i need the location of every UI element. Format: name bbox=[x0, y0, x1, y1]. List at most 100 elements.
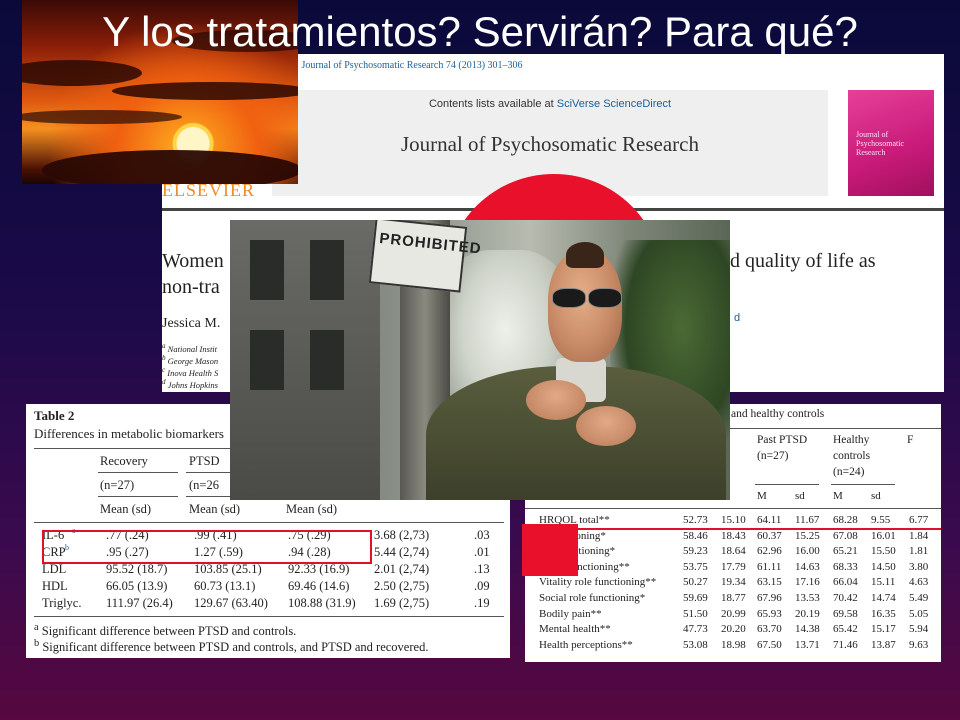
table-3-cell-c3: 60.37 bbox=[757, 529, 782, 542]
table-2-cell-p: .03 bbox=[474, 528, 490, 542]
table-3-cell-c6: 15.50 bbox=[871, 545, 896, 558]
n-ptsd: (n=26 bbox=[189, 478, 219, 492]
table-3-caption-tail: and healthy controls bbox=[731, 408, 825, 420]
prohibited-sign: PROHIBITED bbox=[368, 220, 482, 293]
table-3-cell-c5: 71.46 bbox=[833, 638, 858, 651]
table-3-cell-c1: 53.08 bbox=[683, 638, 708, 651]
table-3-cell-c5: 67.08 bbox=[833, 529, 858, 542]
m-past-ptsd: M bbox=[757, 490, 767, 502]
table-3-cell-c7: 6.77 bbox=[909, 514, 929, 526]
table-3-cell-c5: 66.04 bbox=[833, 576, 858, 589]
table-3-cell-c1: 53.75 bbox=[683, 560, 708, 573]
table-3-cell-c3: 67.50 bbox=[757, 638, 782, 651]
table-3-cell-c2: 18.77 bbox=[721, 592, 746, 604]
table-2-cell-label: Triglyc. bbox=[42, 596, 82, 610]
mean-sd-controls: Mean (sd) bbox=[286, 502, 338, 516]
movie-still-photo: PROHIBITED bbox=[230, 220, 730, 500]
table-2-cell-recovery: 111.97 (26.4) bbox=[106, 596, 173, 610]
table-2-cell-ptsd: 60.73 (13.1) bbox=[194, 579, 256, 593]
table-2-cell-f: 3.68 (2,73) bbox=[374, 528, 430, 542]
table-3-cell-c4: 14.63 bbox=[795, 560, 820, 573]
col-header-recovery: Recovery bbox=[100, 454, 148, 468]
sciencedirect-link: SciVerse ScienceDirect bbox=[556, 98, 672, 110]
table-3-cell-c2: 20.99 bbox=[721, 607, 746, 620]
article-title-right-1: d quality of life as bbox=[730, 250, 876, 272]
table-3-cell-c3: 65.93 bbox=[757, 607, 782, 620]
table-3-cell-c7: 4.63 bbox=[909, 576, 929, 589]
table-2-cell-label: LDL bbox=[42, 562, 67, 576]
table-3-cell-c6: 13.87 bbox=[871, 638, 896, 651]
table-3-cell-c4: 13.71 bbox=[795, 638, 820, 651]
table-3-cell-c7: 1.84 bbox=[909, 529, 929, 542]
table-2-note-b: b Significant difference between PTSD an… bbox=[34, 638, 429, 655]
table-2-cell-label: HDL bbox=[42, 579, 68, 593]
col-header-controls: controls bbox=[833, 450, 871, 462]
sunglasses-icon bbox=[546, 288, 624, 308]
col-header-f: F bbox=[907, 434, 914, 446]
prohibited-sign-text: PROHIBITED bbox=[378, 229, 483, 258]
table-3-cell-c7: 5.49 bbox=[909, 592, 929, 604]
table-3-cell-label: Bodily pain** bbox=[539, 607, 602, 620]
table-3-cell-c5: 69.58 bbox=[833, 607, 858, 620]
table-3-cell-c6: 14.50 bbox=[871, 560, 896, 573]
table-3-cell-c1: 59.23 bbox=[683, 545, 708, 558]
journal-name: Journal of Psychosomatic Research bbox=[400, 132, 699, 156]
table-3-cell-c4: 13.53 bbox=[795, 592, 820, 604]
n-past-ptsd: (n=27) bbox=[757, 450, 789, 462]
slide-title: Y los tratamientos? Servirán? Para qué? bbox=[102, 8, 858, 55]
table-3-cell-c2: 18.98 bbox=[721, 638, 746, 651]
table-3-cell-c3: 64.11 bbox=[757, 514, 782, 526]
table-2-cell-controls: 108.88 (31.9) bbox=[288, 596, 356, 610]
n-healthy: (n=24) bbox=[833, 466, 865, 478]
table-3-cell-label: Mental health** bbox=[539, 623, 611, 636]
table-2-cell-p: .19 bbox=[474, 596, 490, 610]
table-3-cell-c7: 5.94 bbox=[909, 623, 929, 636]
photo-building bbox=[230, 220, 380, 500]
table-2-cell-recovery: 95.52 (18.7) bbox=[106, 562, 168, 576]
table-2-cell-p: .09 bbox=[474, 579, 490, 593]
contents-prefix: Contents lists available at bbox=[428, 98, 557, 110]
n-recovery: (n=27) bbox=[100, 478, 135, 492]
article-title-left-2: non-tra bbox=[162, 276, 220, 298]
red-square-shape bbox=[522, 524, 578, 576]
table-2-cell-f: 5.44 (2,74) bbox=[374, 545, 430, 559]
table-3-cell-label: Vitality role functioning** bbox=[539, 576, 657, 589]
table-3-cell-c6: 15.11 bbox=[871, 576, 896, 589]
article-author: Jessica M. bbox=[162, 316, 221, 331]
table-2-cell-f: 1.69 (2,75) bbox=[374, 596, 430, 610]
affiliation-2: b George Mason bbox=[162, 354, 219, 366]
journal-cover-image: Journal of Psychosomatic Research bbox=[848, 90, 934, 196]
table-3-cell-c1: 59.69 bbox=[683, 592, 708, 604]
highlight-box-il6-crp bbox=[42, 530, 372, 564]
table-3-cell-c4: 17.16 bbox=[795, 576, 820, 589]
table-2-note-a: a Significant difference between PTSD an… bbox=[34, 622, 297, 639]
table-3-cell-c6: 14.74 bbox=[871, 592, 896, 604]
col-header-ptsd: PTSD bbox=[189, 454, 220, 468]
table-3-cell-c4: 14.38 bbox=[795, 623, 820, 636]
table-3-cell-c7: 1.81 bbox=[909, 545, 929, 558]
table-3-cell-c1: 58.46 bbox=[683, 529, 708, 542]
table-2-cell-ptsd: 103.85 (25.1) bbox=[194, 562, 262, 576]
table-3-cell-c1: 51.50 bbox=[683, 607, 708, 620]
table-3-cell-c3: 63.15 bbox=[757, 576, 782, 589]
article-title-left-1: Women bbox=[162, 250, 224, 272]
table-3-cell-c5: 65.21 bbox=[833, 545, 858, 558]
table-3-cell-c5: 68.28 bbox=[833, 514, 858, 526]
table-3-cell-c1: 52.73 bbox=[683, 514, 708, 526]
table-3-cell-c3: 67.96 bbox=[757, 592, 782, 604]
table-3-cell-c7: 5.05 bbox=[909, 607, 929, 620]
table-3-cell-c7: 3.80 bbox=[909, 560, 929, 573]
table-3-cell-c4: 16.00 bbox=[795, 545, 820, 558]
affiliation-4: d Johns Hopkins bbox=[162, 378, 218, 390]
table-3-cell-c1: 50.27 bbox=[683, 576, 708, 589]
photo-person-hand-right bbox=[576, 406, 636, 446]
table-2-cell-f: 2.01 (2,74) bbox=[374, 562, 430, 576]
col-header-healthy: Healthy bbox=[833, 434, 870, 446]
col-header-past-ptsd: Past PTSD bbox=[757, 434, 808, 446]
highlight-line-hrqol bbox=[525, 528, 941, 530]
table-3-cell-c6: 9.55 bbox=[871, 514, 891, 526]
m-healthy: M bbox=[833, 490, 843, 502]
table-2-subtitle: Differences in metabolic biomarkers bbox=[34, 426, 224, 441]
table-3-cell-c2: 19.34 bbox=[721, 576, 746, 589]
table-3-cell-c1: 47.73 bbox=[683, 623, 708, 636]
